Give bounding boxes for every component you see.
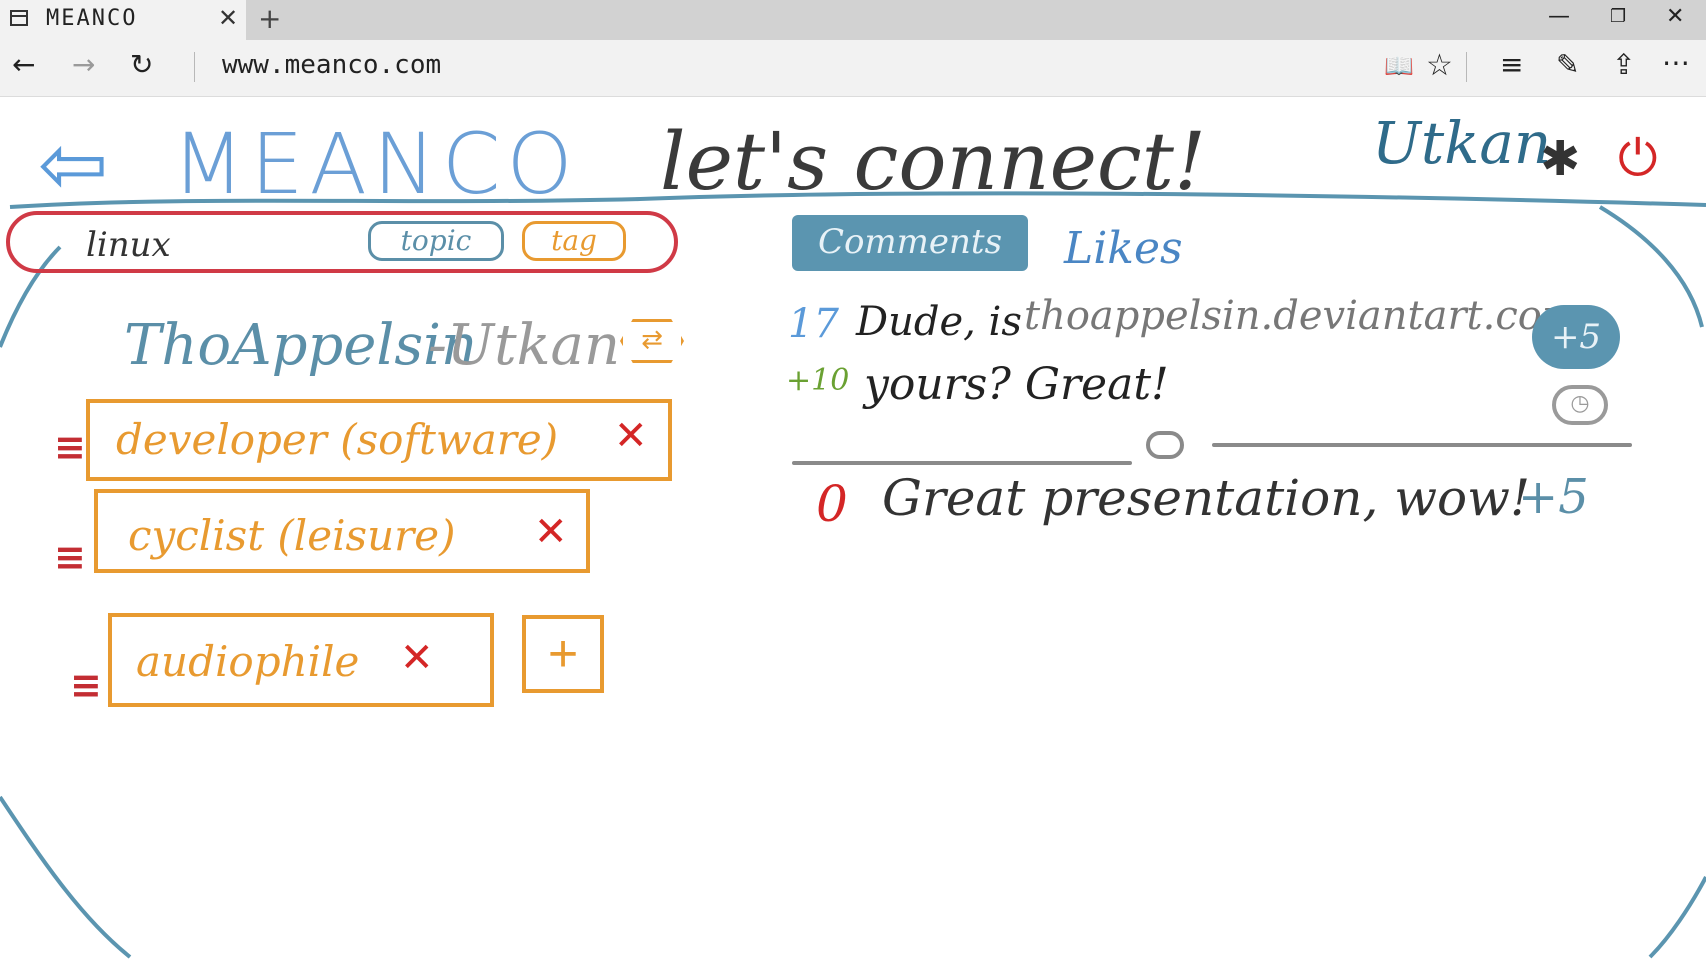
- tag-label: cyclist (leisure): [128, 511, 456, 560]
- logo[interactable]: MEANCO: [172, 115, 579, 213]
- comment-link[interactable]: thoappelsin.deviantart.com: [1024, 293, 1580, 339]
- profile-alias: -Utkan: [428, 313, 621, 378]
- back-icon[interactable]: ←: [12, 48, 35, 81]
- plus-vote-button[interactable]: +5: [1518, 469, 1589, 525]
- app-page: ⇦ MEANCO let's connect! Utkan ✱ ⏻ topic …: [0, 97, 1706, 960]
- swap-icon[interactable]: ⇄: [620, 319, 684, 363]
- power-icon[interactable]: ⏻: [1618, 129, 1658, 188]
- nav-divider: [1466, 52, 1467, 82]
- tab-title: MEANCO: [46, 6, 138, 31]
- search-input[interactable]: [86, 225, 346, 265]
- tag-label: audiophile: [136, 637, 360, 686]
- slogan: let's connect!: [660, 115, 1207, 208]
- tag-button[interactable]: tag: [522, 221, 626, 261]
- new-tab-icon[interactable]: +: [258, 2, 281, 35]
- timeline-slider-handle[interactable]: [1146, 431, 1184, 459]
- reading-view-icon[interactable]: 📖: [1384, 52, 1414, 80]
- tab-comments[interactable]: Comments: [792, 215, 1028, 271]
- topic-button[interactable]: topic: [368, 221, 504, 261]
- username[interactable]: Utkan: [1372, 109, 1551, 177]
- comment-text: yours? Great!: [864, 359, 1169, 410]
- address-bar[interactable]: www.meanco.com: [222, 50, 441, 80]
- comment-score: 17: [788, 301, 839, 347]
- score-delta: +10: [786, 363, 850, 398]
- drag-handle-icon[interactable]: ≡: [54, 425, 86, 469]
- minimize-icon[interactable]: —: [1548, 4, 1570, 29]
- tab-likes[interactable]: Likes: [1064, 223, 1183, 274]
- add-tag-button[interactable]: +: [522, 615, 604, 693]
- remove-tag-icon[interactable]: ✕: [614, 413, 648, 459]
- hub-icon[interactable]: ≡: [1500, 48, 1523, 81]
- nav-divider: [194, 52, 195, 82]
- browser-tab[interactable]: MEANCO ✕: [0, 0, 246, 40]
- remove-tag-icon[interactable]: ✕: [534, 509, 568, 555]
- profile-name: ThoAppelsin: [124, 313, 478, 378]
- restore-icon[interactable]: ❐: [1610, 6, 1626, 27]
- gear-icon[interactable]: ✱: [1540, 131, 1580, 187]
- comment-score: 0: [816, 475, 848, 533]
- drag-handle-icon[interactable]: ≡: [54, 535, 86, 579]
- timeline-slider-track: [792, 461, 1132, 465]
- refresh-icon[interactable]: ↻: [130, 48, 153, 81]
- tag-label: developer (software): [116, 415, 559, 464]
- back-arrow-icon[interactable]: ⇦: [38, 115, 108, 213]
- comment-text: Great presentation, wow!: [882, 469, 1531, 527]
- share-icon[interactable]: ⇪: [1612, 48, 1635, 81]
- window-close-icon[interactable]: ✕: [1666, 4, 1684, 29]
- plus-vote-button[interactable]: +5: [1532, 305, 1620, 369]
- favorite-star-icon[interactable]: ☆: [1426, 48, 1453, 83]
- browser-tab-bar: [0, 0, 1706, 40]
- close-tab-icon[interactable]: ✕: [218, 4, 238, 32]
- forward-icon[interactable]: →: [72, 48, 95, 81]
- comment-text: Dude, is: [856, 299, 1022, 345]
- page-icon: [10, 10, 28, 26]
- remove-tag-icon[interactable]: ✕: [400, 635, 434, 681]
- drag-handle-icon[interactable]: ≡: [70, 663, 102, 707]
- more-icon[interactable]: ⋯: [1662, 46, 1690, 79]
- web-note-icon[interactable]: ✎: [1556, 48, 1579, 81]
- timeline-slider-track: [1212, 443, 1632, 447]
- clock-icon[interactable]: ◷: [1552, 385, 1608, 425]
